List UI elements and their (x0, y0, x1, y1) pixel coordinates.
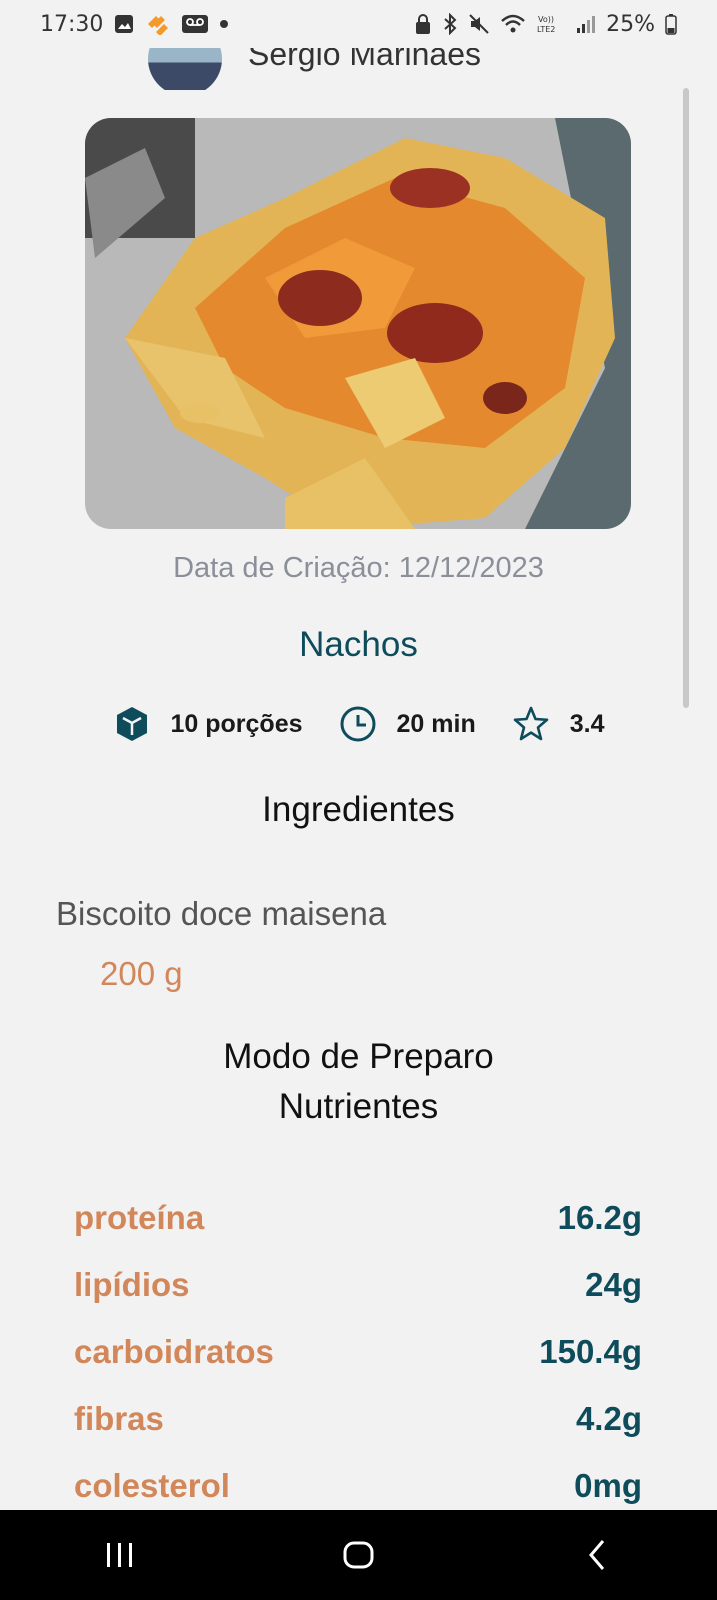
cube-icon (113, 705, 151, 743)
list-item: fibras 4.2g (74, 1385, 642, 1452)
time-label: 20 min (396, 709, 476, 738)
list-item: carboidratos 150.4g (74, 1318, 642, 1385)
nutrient-value: 24g (585, 1265, 642, 1303)
lock-icon (414, 13, 432, 35)
status-left: 17:30 (40, 12, 229, 37)
nutrient-label: fibras (74, 1399, 164, 1437)
battery-percent: 25% (606, 11, 655, 37)
list-item: colesterol 0mg (74, 1452, 642, 1519)
recents-icon (106, 1543, 132, 1567)
ingredients-heading: Ingredientes (262, 790, 455, 829)
status-time: 17:30 (40, 11, 104, 37)
wifi-icon (500, 13, 526, 35)
svg-text:LTE2: LTE2 (537, 25, 555, 34)
list-item: proteína 16.2g (74, 1184, 642, 1251)
prep-time: 20 min (339, 705, 476, 743)
nutrient-label: colesterol (74, 1466, 230, 1504)
nutrients-list: proteína 16.2g lipídios 24g carboidratos… (74, 1184, 642, 1519)
home-button[interactable] (319, 1525, 399, 1585)
back-icon (588, 1540, 604, 1570)
nutrient-value: 150.4g (539, 1332, 642, 1370)
scrollbar[interactable] (683, 88, 689, 708)
bluetooth-icon (442, 13, 458, 35)
svg-text:Vo)): Vo)) (538, 15, 554, 24)
battery-icon (665, 13, 677, 35)
navigation-bar (0, 1510, 717, 1600)
recipe-title: Nachos (299, 625, 418, 664)
status-right: Vo)) LTE2 25% (414, 12, 677, 37)
clock-icon (339, 705, 377, 743)
ingredient-quantity: 200 g (100, 955, 183, 992)
servings-label: 10 porções (170, 709, 303, 738)
nutrient-label: carboidratos (74, 1332, 274, 1370)
preparation-heading: Modo de Preparo (223, 1037, 494, 1076)
back-button[interactable] (558, 1525, 638, 1585)
home-icon (343, 1541, 373, 1569)
rating[interactable]: 3.4 (512, 705, 605, 743)
nutrient-value: 4.2g (575, 1399, 642, 1437)
signal-icon (576, 13, 596, 35)
status-bar: 17:30 Vo)) LTE2 25% (0, 0, 717, 48)
app-badge-icon (145, 13, 171, 35)
recents-button[interactable] (80, 1525, 160, 1585)
recipe-meta: 10 porções 20 min 3.4 (0, 700, 717, 748)
servings: 10 porções (113, 705, 303, 743)
nutrient-value: 16.2g (557, 1198, 642, 1236)
ingredient-name: Biscoito doce maisena (56, 895, 387, 932)
gallery-icon (113, 13, 135, 35)
nutrient-value: 0mg (574, 1466, 642, 1504)
list-item: lipídios 24g (74, 1251, 642, 1318)
recipe-photo (85, 118, 631, 529)
mute-icon (468, 13, 490, 35)
nutrient-label: lipídios (74, 1265, 190, 1303)
creation-date: Data de Criação: 12/12/2023 (173, 552, 544, 584)
star-icon[interactable] (512, 705, 550, 743)
voicemail-icon (181, 13, 209, 35)
nutrient-label: proteína (74, 1198, 205, 1236)
dot-icon (219, 19, 229, 29)
nutrients-heading: Nutrientes (278, 1087, 439, 1126)
rating-label: 3.4 (569, 709, 605, 738)
volte-icon: Vo)) LTE2 (536, 13, 566, 35)
